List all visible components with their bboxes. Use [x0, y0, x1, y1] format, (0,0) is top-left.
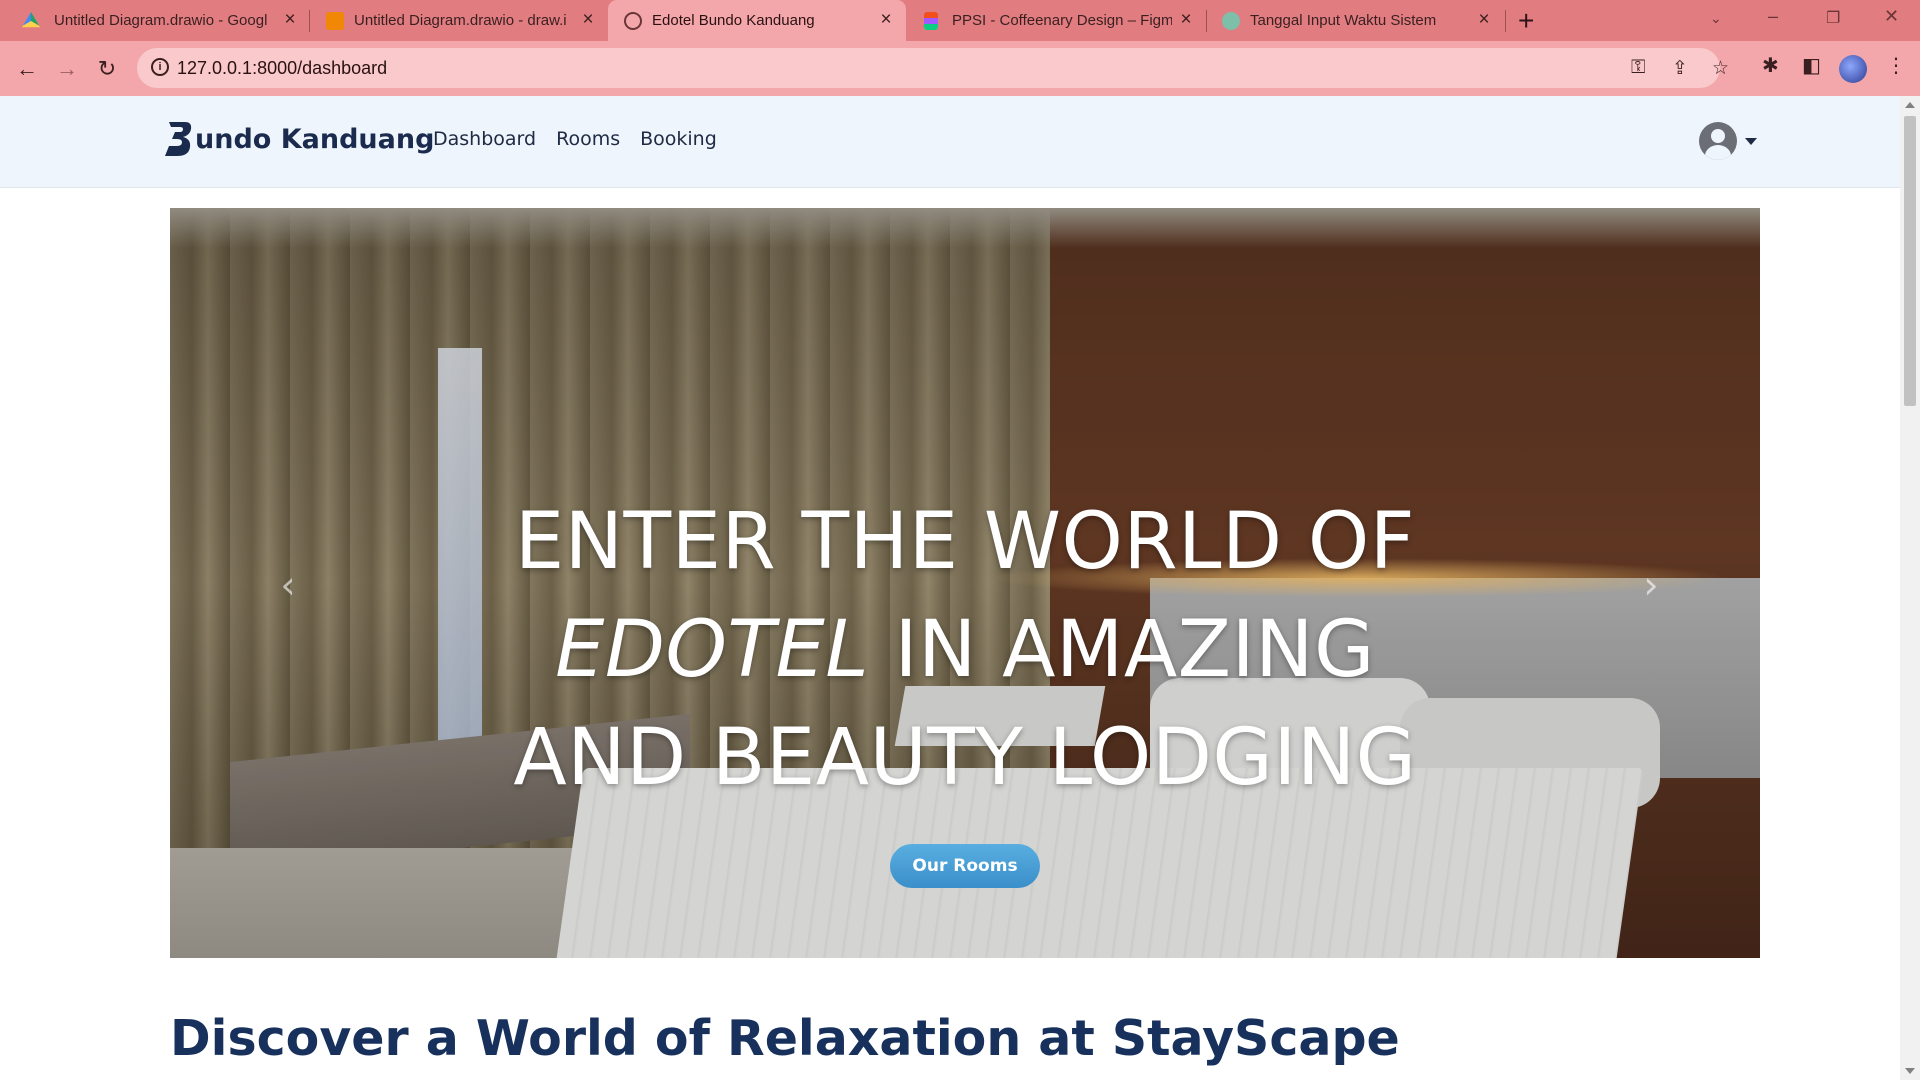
star-icon[interactable]: ☆ — [1712, 57, 1729, 80]
url-text[interactable]: 127.0.0.1:8000/dashboard — [177, 58, 387, 79]
tab-separator — [1206, 10, 1207, 32]
menu-icon[interactable]: ⋮ — [1886, 53, 1906, 78]
hero-line-2: EDOTEL IN AMAZING — [460, 596, 1470, 704]
tab-figma[interactable]: PPSI - Coffeenary Design – Figm × — [908, 0, 1204, 41]
tab-edotel[interactable]: Edotel Bundo Kanduang × — [608, 0, 906, 41]
close-icon[interactable]: × — [578, 9, 598, 31]
nav-dashboard[interactable]: Dashboard — [433, 128, 536, 150]
hero-heading: ENTER THE WORLD OF EDOTEL IN AMAZING AND… — [460, 488, 1470, 812]
figma-icon — [924, 12, 938, 30]
browser-tab-strip: Untitled Diagram.drawio - Googl × Untitl… — [0, 0, 1920, 41]
key-icon[interactable]: ⚿ — [1631, 57, 1645, 79]
chatgpt-icon — [1222, 12, 1240, 30]
site-info-icon[interactable]: i — [151, 58, 169, 76]
extensions-icon[interactable]: ✱ — [1762, 53, 1779, 78]
scrollbar-thumb[interactable] — [1904, 116, 1916, 406]
address-bar[interactable]: i 127.0.0.1:8000/dashboard ⚿ ⇪ ☆ — [137, 48, 1729, 88]
brand-name: undo Kanduang — [195, 123, 435, 155]
tab-title: PPSI - Coffeenary Design – Figm — [952, 12, 1172, 29]
our-rooms-button[interactable]: Our Rooms — [890, 844, 1040, 888]
profile-avatar[interactable] — [1839, 55, 1867, 83]
user-circle-icon — [1699, 122, 1737, 160]
nav-rooms[interactable]: Rooms — [556, 128, 620, 150]
close-icon[interactable]: × — [1474, 9, 1494, 31]
user-menu[interactable] — [1699, 122, 1757, 160]
close-window-button[interactable]: ✕ — [1884, 6, 1899, 27]
new-tab-button[interactable]: + — [1518, 6, 1534, 36]
tab-separator — [1505, 10, 1506, 32]
hero-carousel: ENTER THE WORLD OF EDOTEL IN AMAZING AND… — [170, 208, 1760, 958]
main-nav: Dashboard Rooms Booking — [433, 128, 717, 150]
carousel-prev-button[interactable]: ‹ — [273, 565, 303, 605]
nav-booking[interactable]: Booking — [640, 128, 717, 150]
minimize-button[interactable]: – — [1768, 6, 1778, 27]
scroll-down-icon[interactable] — [1905, 1068, 1915, 1074]
caret-down-icon — [1745, 137, 1757, 145]
forward-button[interactable]: → — [52, 54, 82, 84]
google-drive-icon — [22, 12, 40, 28]
hero-brand-word: EDOTEL — [555, 605, 870, 695]
tab-title: Edotel Bundo Kanduang — [652, 12, 815, 29]
drawio-icon — [326, 12, 344, 30]
page-scrollbar[interactable] — [1900, 96, 1920, 1080]
section-title: Discover a World of Relaxation at StaySc… — [170, 1010, 1400, 1067]
close-icon[interactable]: × — [876, 9, 896, 31]
carousel-next-button[interactable]: › — [1636, 565, 1666, 605]
web-page: undo Kanduang Dashboard Rooms Booking EN… — [0, 96, 1900, 1080]
browser-toolbar: ← → ↻ i 127.0.0.1:8000/dashboard ⚿ ⇪ ☆ ✱… — [0, 41, 1920, 96]
hero-line-1: ENTER THE WORLD OF — [514, 497, 1416, 587]
tab-title: Untitled Diagram.drawio - Googl — [54, 12, 268, 29]
tab-drawio[interactable]: Untitled Diagram.drawio - draw.i × — [310, 0, 606, 41]
close-icon[interactable]: × — [1176, 9, 1196, 31]
brand-logo[interactable]: undo Kanduang — [163, 120, 434, 158]
scroll-up-icon[interactable] — [1905, 102, 1915, 108]
restore-button[interactable]: ❐ — [1826, 8, 1840, 28]
close-icon[interactable]: × — [280, 9, 300, 31]
tab-title: Untitled Diagram.drawio - draw.i — [354, 12, 567, 29]
tab-search-icon[interactable]: ⌄ — [1710, 10, 1722, 27]
reload-button[interactable]: ↻ — [92, 54, 122, 84]
tab-chatgpt[interactable]: Tanggal Input Waktu Sistem × — [1208, 0, 1504, 41]
tab-title: Tanggal Input Waktu Sistem — [1250, 12, 1437, 29]
hero-line-2-rest: IN AMAZING — [869, 605, 1375, 695]
globe-icon — [624, 12, 642, 30]
back-button[interactable]: ← — [12, 54, 42, 84]
tab-drive[interactable]: Untitled Diagram.drawio - Googl × — [0, 0, 306, 41]
side-panel-icon[interactable]: ◧ — [1802, 53, 1821, 78]
share-icon[interactable]: ⇪ — [1672, 57, 1688, 80]
hero-line-3: AND BEAUTY LODGING — [513, 713, 1417, 803]
site-navbar: undo Kanduang Dashboard Rooms Booking — [0, 96, 1900, 188]
b-logo-icon — [165, 122, 192, 156]
